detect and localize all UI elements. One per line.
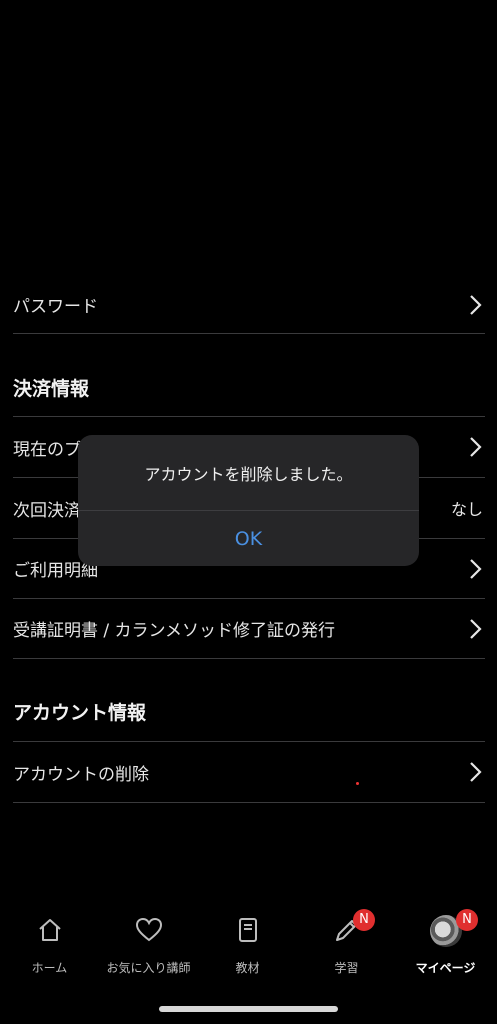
tab-favorite-teachers[interactable]: お気に入り講師 <box>99 915 198 976</box>
delete-account-label: アカウントの削除 <box>13 764 149 785</box>
heart-icon <box>135 917 162 942</box>
next-payment-value: なし <box>450 500 483 519</box>
study-badge: N <box>353 909 375 931</box>
tab-home-label: ホーム <box>31 961 68 975</box>
home-icon <box>38 919 61 941</box>
alert-dialog: アカウントを削除しました。 OK <box>78 435 419 566</box>
password-label: パスワード <box>13 297 98 317</box>
password-row[interactable]: パスワード <box>13 276 485 334</box>
red-dot <box>356 782 359 785</box>
chevron-right-icon <box>470 294 482 315</box>
tab-favorite-teachers-label: お気に入り講師 <box>106 961 191 975</box>
tab-bar: ホーム お気に入り講師 教材 N 学習 N マイページ <box>0 905 497 995</box>
payment-section-title-text: 決済情報 <box>13 377 90 400</box>
chevron-right-icon <box>470 558 482 579</box>
ok-button[interactable]: OK <box>78 511 419 566</box>
home-indicator <box>159 1006 338 1012</box>
tab-study-label: 学習 <box>334 961 359 975</box>
tab-home[interactable]: ホーム <box>0 915 99 976</box>
alert-message: アカウントを削除しました。 <box>78 435 419 511</box>
tab-mypage[interactable]: N マイページ <box>396 909 495 976</box>
tab-mypage-label: マイページ <box>415 961 476 975</box>
tab-study[interactable]: N 学習 <box>297 909 396 976</box>
chevron-right-icon <box>470 762 482 782</box>
account-section-title: アカウント情報 <box>13 682 485 742</box>
next-payment-label: 次回決済 <box>13 500 81 521</box>
payment-section-title: 決済情報 <box>13 358 485 417</box>
current-plan-label: 現在のプ <box>13 439 81 460</box>
certificate-label: 受講証明書 / カランメソッド修了証の発行 <box>13 621 336 641</box>
tab-materials-label: 教材 <box>235 961 260 975</box>
chevron-right-icon <box>470 437 482 457</box>
book-icon <box>238 918 257 942</box>
certificate-row[interactable]: 受講証明書 / カランメソッド修了証の発行 <box>13 599 485 659</box>
tab-materials[interactable]: 教材 <box>198 915 297 976</box>
chevron-right-icon <box>470 618 482 639</box>
delete-account-row[interactable]: アカウントの削除 <box>13 742 485 803</box>
account-section-title-text: アカウント情報 <box>13 702 147 724</box>
mypage-badge: N <box>456 909 478 931</box>
